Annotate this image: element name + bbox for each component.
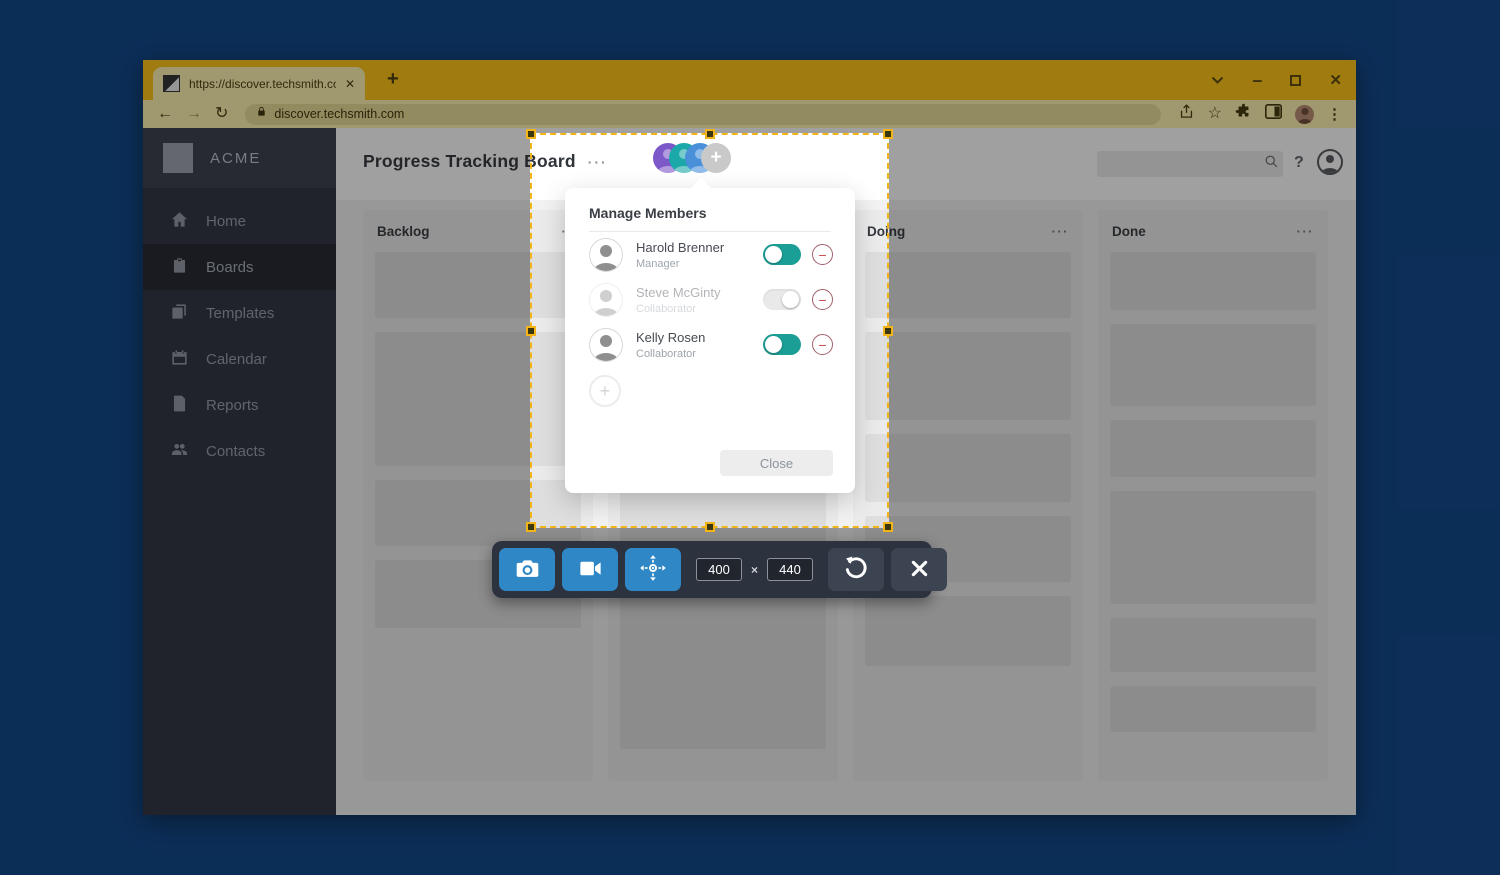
- member-name: Steve McGinty: [636, 284, 721, 300]
- dim-overlay: [0, 133, 530, 528]
- selection-handle[interactable]: [883, 129, 893, 139]
- manage-members-popup: Manage Members Harold Brenner Manager − …: [565, 177, 855, 493]
- add-member-button[interactable]: +: [589, 375, 621, 407]
- toggle-knob: [765, 246, 782, 263]
- selection-handle[interactable]: [526, 325, 536, 336]
- move-crosshair-icon: [639, 554, 667, 585]
- dimension-inputs: ×: [696, 558, 814, 581]
- cancel-capture-button[interactable]: [891, 548, 948, 591]
- restart-capture-button[interactable]: [828, 548, 885, 591]
- popup-title: Manage Members: [589, 205, 707, 221]
- selection-handle[interactable]: [704, 129, 715, 139]
- member-avatar: [589, 282, 623, 317]
- selection-handle[interactable]: [526, 129, 536, 139]
- member-role: Collaborator: [636, 302, 696, 315]
- dimension-separator: ×: [751, 562, 759, 577]
- camera-icon: [514, 555, 541, 585]
- remove-member-button[interactable]: −: [812, 244, 833, 265]
- close-button[interactable]: Close: [720, 450, 833, 476]
- image-capture-button[interactable]: [499, 548, 555, 591]
- toggle-knob: [782, 291, 799, 308]
- member-toggle[interactable]: [763, 334, 801, 355]
- member-row: Steve McGinty Collaborator −: [565, 277, 855, 322]
- dim-overlay: [0, 0, 1500, 133]
- selection-handle[interactable]: [883, 522, 893, 532]
- member-role: Manager: [636, 257, 680, 270]
- video-camera-icon: [577, 555, 604, 585]
- capture-toolbar: ×: [492, 541, 948, 598]
- member-avatar: [589, 237, 623, 272]
- remove-member-button[interactable]: −: [812, 289, 833, 310]
- move-selection-button[interactable]: [625, 548, 681, 591]
- member-row: Harold Brenner Manager −: [565, 232, 855, 277]
- member-role: Collaborator: [636, 347, 696, 360]
- close-x-icon: [909, 558, 930, 582]
- member-row: Kelly Rosen Collaborator −: [565, 322, 855, 367]
- reset-arrow-icon: [843, 555, 869, 584]
- member-name: Harold Brenner: [636, 239, 725, 255]
- member-toggle[interactable]: [763, 244, 801, 265]
- selection-handle[interactable]: [883, 325, 893, 336]
- selection-handle[interactable]: [704, 522, 715, 532]
- height-input[interactable]: [767, 558, 814, 581]
- member-avatar: [589, 327, 623, 362]
- member-name: Kelly Rosen: [636, 329, 706, 345]
- remove-member-button[interactable]: −: [812, 334, 833, 355]
- member-toggle[interactable]: [763, 289, 801, 310]
- dim-overlay: [889, 133, 1500, 528]
- width-input[interactable]: [696, 558, 742, 581]
- video-capture-button[interactable]: [562, 548, 618, 591]
- desktop: https://discover.techsmith.com ✕ + – ✕ ←…: [0, 0, 1500, 875]
- toggle-knob: [765, 336, 782, 353]
- selection-handle[interactable]: [526, 522, 536, 532]
